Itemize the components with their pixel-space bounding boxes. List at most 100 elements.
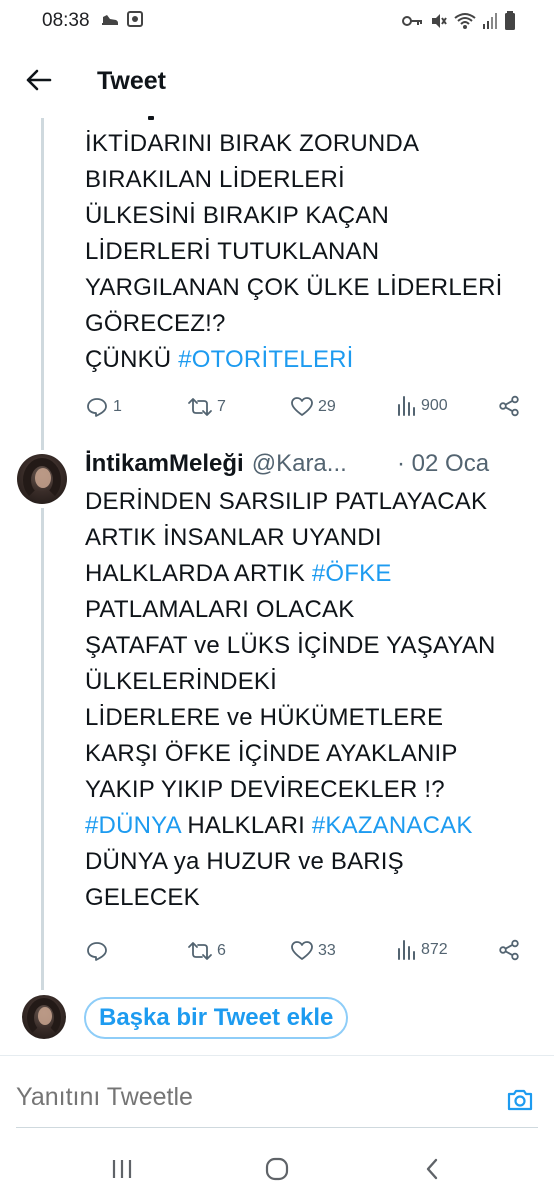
hashtag-link[interactable]: #ÖFKE <box>312 560 392 587</box>
tweet-text-segment: ŞATAFAT ve LÜKS İÇİNDE YAŞAYAN <box>85 632 496 659</box>
tweet-text-line: YAKIP YIKIP DEVİRECEKLER !? <box>85 772 496 808</box>
tweet-text-line: ÜLKESİNİ BIRAKIP KAÇAN <box>85 198 502 234</box>
chevron-left-icon <box>426 1158 438 1180</box>
back-nav-button[interactable] <box>417 1154 447 1184</box>
avatar <box>22 995 66 1039</box>
camera-button[interactable] <box>506 1086 534 1114</box>
tweet-text-line: ÜLKELERİNDEKİ <box>85 664 496 700</box>
tweet-text-segment: PATLAMALARI OLACAK <box>85 596 355 623</box>
tweet-text-line: HALKLARDA ARTIK #ÖFKE <box>85 556 496 592</box>
hashtag-link[interactable]: #DÜNYA <box>85 812 180 839</box>
tweet-text-segment: DERİNDEN SARSILIP PATLAYACAK <box>85 488 488 515</box>
tweet-actions: 1 7 29 900 <box>85 395 525 425</box>
signal-icon <box>482 12 498 35</box>
avatar[interactable] <box>17 454 67 504</box>
tweet-text-line: #DÜNYA HALKLARI #KAZANACAK <box>85 808 496 844</box>
tweet-text-line: LİDERLERE ve HÜKÜMETLERE <box>85 700 496 736</box>
views-chart-icon <box>398 940 415 960</box>
share-button[interactable] <box>498 395 520 417</box>
tweet-text-line: YARGILANAN ÇOK ÜLKE LİDERLERİ <box>85 270 502 306</box>
home-button[interactable] <box>262 1154 292 1184</box>
tweet-text-segment: ARTIK İNSANLAR UYANDI <box>85 524 382 551</box>
reply-button[interactable]: 1 <box>85 395 122 419</box>
system-nav-bar <box>0 1140 554 1200</box>
tweet-text-segment: DÜNYA ya HUZUR ve BARIŞ <box>85 848 404 875</box>
retweet-icon <box>188 398 212 416</box>
like-button[interactable]: 29 <box>290 395 336 419</box>
like-button[interactable]: 33 <box>290 939 336 963</box>
tweet-text-segment: GELECEK <box>85 884 200 911</box>
thread-line <box>41 118 44 450</box>
shoe-icon <box>101 11 119 32</box>
tweet-text-line: ARTIK İNSANLAR UYANDI <box>85 520 496 556</box>
page-title: Tweet <box>97 67 166 95</box>
tweet-text-segment: İKTİDARINI BIRAK ZORUNDA <box>85 130 420 157</box>
tweet-text-segment: LİDERLERİ TUTUKLANAN <box>85 238 380 265</box>
retweet-button[interactable]: 6 <box>187 939 226 963</box>
reply-count: 1 <box>113 398 122 415</box>
thread-line <box>41 508 44 990</box>
tweet-text-line: GELECEK <box>85 880 496 916</box>
heart-icon <box>291 397 313 416</box>
tweet-text-line: GÖRECEZ!? <box>85 306 502 342</box>
reply-input[interactable] <box>16 1083 476 1112</box>
tweet-date[interactable]: · 02 Oca <box>397 450 489 478</box>
tweet-text-line: BIRAKILAN LİDERLERİ <box>85 162 502 198</box>
reply-button[interactable] <box>85 939 113 963</box>
tweet-text-line: PATLAMALARI OLACAK <box>85 592 496 628</box>
reply-icon <box>87 942 107 961</box>
views-chart-icon <box>398 396 415 416</box>
tweet-text-segment: GÖRECEZ!? <box>85 310 226 337</box>
tweet-text-line: ÇÜNKÜ #OTORİTELERİ <box>85 342 502 378</box>
retweet-count: 7 <box>217 398 226 415</box>
tweet-text-segment: HALKLARI <box>180 812 312 839</box>
share-button[interactable] <box>498 939 520 961</box>
share-icon <box>499 939 519 961</box>
status-bar: 08:38 <box>0 0 554 42</box>
tweet-text-line: ŞATAFAT ve LÜKS İÇİNDE YAŞAYAN <box>85 628 496 664</box>
display-name[interactable]: İntikamMeleği <box>85 450 244 478</box>
tweet-actions: 6 33 872 <box>85 939 525 969</box>
mute-icon <box>430 12 448 35</box>
views-count: 872 <box>421 941 448 958</box>
divider <box>0 1055 554 1056</box>
tweet-text: DERİNDEN SARSILIP PATLAYACAK ARTIK İNSANL… <box>85 484 496 916</box>
tweet-text-segment: ÜLKESİNİ BIRAKIP KAÇAN <box>85 202 390 229</box>
battery-icon <box>504 11 516 36</box>
back-button[interactable] <box>22 64 54 96</box>
views-count: 900 <box>421 397 448 414</box>
retweet-icon <box>188 942 212 960</box>
key-icon <box>402 14 424 33</box>
tweet-text-segment: BIRAKILAN LİDERLERİ <box>85 166 345 193</box>
divider <box>16 1127 538 1128</box>
retweet-button[interactable]: 7 <box>187 395 226 419</box>
tweet-text-segment: KARŞI ÖFKE İÇİNDE AYAKLANIP <box>85 740 458 767</box>
hashtag-link[interactable]: #KAZANACAK <box>312 812 473 839</box>
arrow-left-icon <box>26 69 52 91</box>
tweet-text-segment: ÜLKELERİNDEKİ <box>85 668 277 695</box>
tweet-text-segment: HALKLARDA ARTIK <box>85 560 312 587</box>
recent-apps-button[interactable] <box>107 1154 137 1184</box>
status-time: 08:38 <box>42 10 90 31</box>
user-handle[interactable]: @Kara... <box>252 450 347 478</box>
recent-apps-icon <box>112 1160 132 1178</box>
tweet-text-line: KARŞI ÖFKE İÇİNDE AYAKLANIP <box>85 736 496 772</box>
views-button[interactable]: 900 <box>397 395 448 417</box>
like-count: 29 <box>318 398 336 415</box>
tweet-text-segment: ÇÜNKÜ <box>85 346 179 373</box>
views-button[interactable]: 872 <box>397 939 448 961</box>
reply-icon <box>87 398 107 417</box>
tweet-text-line: İKTİDARINI BIRAK ZORUNDA <box>85 126 502 162</box>
image-square-icon <box>127 11 143 32</box>
tweet-text-line: DERİNDEN SARSILIP PATLAYACAK <box>85 484 496 520</box>
heart-icon <box>291 941 313 960</box>
clipped-text-fragment <box>148 116 154 120</box>
camera-icon <box>507 1089 533 1111</box>
tweet-text-segment: LİDERLERE ve HÜKÜMETLERE <box>85 704 444 731</box>
retweet-count: 6 <box>217 942 226 959</box>
tweet-text-segment: YARGILANAN ÇOK ÜLKE LİDERLERİ <box>85 274 503 301</box>
wifi-icon <box>454 12 476 35</box>
add-another-tweet-button[interactable]: Başka bir Tweet ekle <box>84 997 349 1039</box>
hashtag-link[interactable]: #OTORİTELERİ <box>178 346 353 373</box>
header: Tweet <box>0 42 554 120</box>
